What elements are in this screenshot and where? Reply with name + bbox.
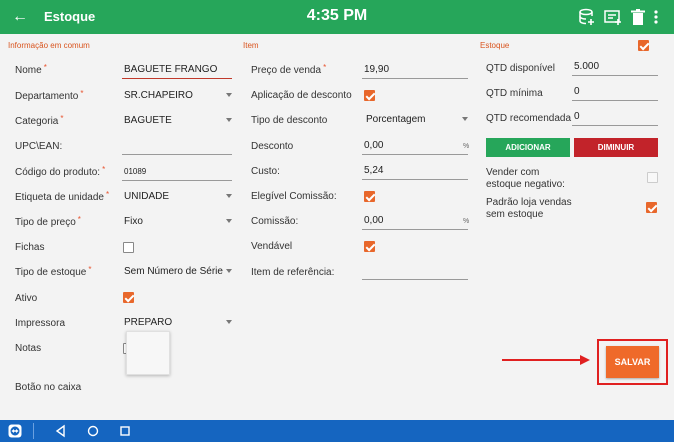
add-list-icon[interactable] [604, 8, 622, 26]
comissao-field[interactable]: 0,00 [362, 214, 468, 230]
notas-label: Notas [15, 343, 42, 354]
etiqueta-label: Etiqueta de unidade * [15, 190, 110, 203]
desconto-label: Desconto [251, 141, 294, 152]
tipo-estoque-label: Tipo de estoque * [15, 265, 92, 278]
etiqueta-select[interactable]: UNIDADE [122, 190, 232, 206]
section-info-title: Informação em comum [8, 41, 90, 50]
qtd-disponivel-label: QTD disponível [486, 63, 555, 74]
referencia-label: Item de referência: [251, 267, 335, 278]
codigo-label: Código do produto: * [15, 165, 106, 178]
ativo-checkbox[interactable] [123, 292, 134, 303]
back-triangle-icon[interactable] [54, 424, 68, 438]
vendavel-label: Vendável [251, 241, 293, 252]
impressora-label: Impressora [15, 318, 66, 329]
elegivel-checkbox[interactable] [364, 191, 375, 202]
chevron-down-icon [226, 269, 232, 273]
botao-caixa-label: Botão no caixa [15, 382, 82, 393]
adicionar-button[interactable]: ADICIONAR [486, 138, 570, 157]
qtd-recomendada-label: QTD recomendada [486, 113, 572, 124]
app-header: ← Estoque 4:35 PM [0, 0, 674, 34]
database-add-icon[interactable] [578, 8, 596, 26]
referencia-field[interactable] [362, 264, 468, 280]
recents-square-icon[interactable] [118, 424, 132, 438]
section-item-title: Item [243, 41, 259, 50]
annotation-arrow-shaft [502, 359, 582, 361]
status-clock: 4:35 PM [306, 7, 368, 24]
teamviewer-icon[interactable] [8, 424, 22, 438]
qtd-disponivel-field[interactable]: 5.000 [572, 60, 658, 76]
tipo-preco-select[interactable]: Fixo [122, 215, 232, 231]
comissao-label: Comissão: [251, 216, 299, 227]
estoque-checkbox[interactable] [638, 40, 649, 51]
categoria-select[interactable]: BAGUETE [122, 114, 232, 130]
chevron-down-icon [226, 118, 232, 122]
desconto-unit: % [463, 143, 470, 150]
departamento-select[interactable]: SR.CHAPEIRO [122, 89, 232, 105]
tipo-desconto-select[interactable]: Porcentagem [364, 113, 468, 129]
upc-field[interactable] [122, 139, 232, 155]
elegivel-label: Elegível Comissão: [251, 191, 337, 202]
preco-label: Preço de venda * [251, 63, 327, 76]
chevron-down-icon [462, 117, 468, 121]
categoria-label: Categoria * [15, 114, 64, 127]
tipo-estoque-select[interactable]: Sem Número de Série [122, 265, 232, 281]
vender-negativo-label: Vender com estoque negativo: [486, 167, 565, 190]
salvar-button[interactable]: SALVAR [606, 346, 659, 378]
qtd-minima-label: QTD mínima [486, 88, 543, 99]
aplicacao-checkbox[interactable] [364, 90, 375, 101]
upc-label: UPC\EAN: [15, 141, 63, 152]
system-nav-bar [0, 420, 674, 442]
custo-label: Custo: [251, 166, 280, 177]
desconto-field[interactable]: 0,00 [362, 139, 468, 155]
annotation-arrow-head [580, 355, 590, 365]
departamento-label: Departamento * [15, 89, 84, 102]
chevron-down-icon [226, 219, 232, 223]
more-vertical-icon[interactable] [650, 8, 662, 26]
ativo-label: Ativo [15, 293, 38, 304]
nome-label: Nome * [15, 63, 47, 76]
preco-field[interactable]: 19,90 [362, 63, 468, 79]
tipo-preco-label: Tipo de preço * [15, 215, 81, 228]
home-circle-icon[interactable] [86, 424, 100, 438]
button-color-picker[interactable] [126, 331, 170, 375]
page-title: Estoque [44, 9, 96, 24]
custo-field[interactable]: 5,24 [362, 164, 468, 180]
chevron-down-icon [226, 320, 232, 324]
chevron-down-icon [226, 194, 232, 198]
chevron-down-icon [226, 93, 232, 97]
vendavel-checkbox[interactable] [364, 241, 375, 252]
tipo-desconto-label: Tipo de desconto [251, 115, 328, 126]
back-arrow-icon[interactable]: ← [10, 7, 30, 27]
qtd-minima-field[interactable]: 0 [572, 85, 658, 101]
fichas-checkbox[interactable] [123, 242, 134, 253]
nome-field[interactable]: BAGUETE FRANGO [122, 63, 232, 79]
section-stock-title: Estoque [480, 41, 510, 50]
comissao-unit: % [463, 218, 470, 225]
trash-icon[interactable] [629, 8, 647, 26]
vender-negativo-checkbox[interactable] [647, 172, 658, 183]
nav-divider [33, 423, 34, 439]
codigo-field[interactable]: 01089 [122, 165, 232, 181]
fichas-label: Fichas [15, 242, 45, 253]
padrao-loja-label: Padrão loja vendas sem estoque [486, 197, 572, 220]
aplicacao-label: Aplicação de desconto [251, 90, 352, 101]
qtd-recomendada-field[interactable]: 0 [572, 110, 658, 126]
padrao-loja-checkbox[interactable] [646, 202, 657, 213]
diminuir-button[interactable]: DIMINUIR [574, 138, 658, 157]
impressora-select[interactable]: PREPARO [122, 316, 232, 332]
